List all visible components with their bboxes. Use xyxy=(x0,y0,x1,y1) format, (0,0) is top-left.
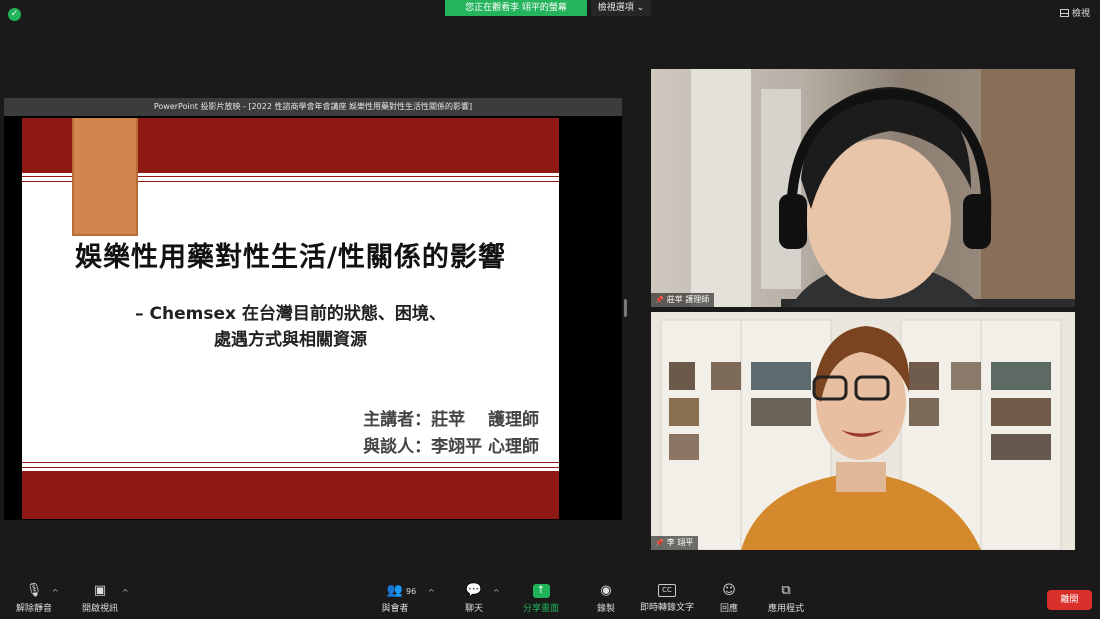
emoji-plus-icon: ☺ xyxy=(722,583,736,598)
start-video-label: 開啟視訊 xyxy=(81,604,118,614)
share-screen-arrow-icon: ↑ xyxy=(532,584,550,598)
start-video-button[interactable]: ▣ 開啟視訊 xyxy=(80,583,120,615)
participant-name-2: 李 翊平 xyxy=(666,538,694,547)
closed-caption-icon: CC xyxy=(658,584,676,597)
slide-rule-bottom-2 xyxy=(22,467,559,468)
leave-button[interactable]: 離開 xyxy=(1047,590,1092,610)
participants-options-caret[interactable]: ^ xyxy=(428,588,435,597)
video-tile-participant-1[interactable]: 📌 莊苹 護理師 xyxy=(651,69,1075,307)
participant-name-tag: 📌 莊苹 護理師 xyxy=(651,293,715,307)
grid-view-icon xyxy=(1059,9,1069,17)
shared-screen: PowerPoint 投影片放映 - [2022 性諮商學會年會講座 娛樂性用藥… xyxy=(4,98,622,520)
unmute-label: 解除靜音 xyxy=(15,604,52,614)
slide-ribbon xyxy=(74,118,136,234)
share-screen-button[interactable]: ↑ 分享畫面 xyxy=(520,584,562,614)
apps-label: 應用程式 xyxy=(767,604,804,614)
video-options-caret[interactable]: ^ xyxy=(122,588,129,597)
reactions-label: 回應 xyxy=(719,604,738,614)
view-button[interactable]: 檢視 xyxy=(1059,6,1090,19)
audio-options-caret[interactable]: ^ xyxy=(52,588,59,597)
chat-label: 聊天 xyxy=(464,604,483,614)
slide-subtitle-line2: 處遇方式與相關資源 xyxy=(214,330,367,350)
microphone-muted-icon: 🎙 xyxy=(25,583,43,598)
pin-icon: 📌 xyxy=(655,296,664,304)
video-tile-participant-2[interactable]: 📌 李 翊平 xyxy=(651,312,1075,550)
participant-video-1 xyxy=(691,69,1075,307)
split-resize-handle[interactable] xyxy=(624,299,627,317)
slide-title: 娛樂性用藥對性生活/性關係的影響 xyxy=(75,242,506,273)
apps-icon: ⧉ xyxy=(781,583,791,598)
chat-button[interactable]: 💬 聊天 xyxy=(460,583,488,615)
chevron-down-icon: ⌄ xyxy=(636,3,645,13)
participant-count: 96 xyxy=(406,587,417,596)
view-options-dropdown[interactable]: 檢視選項 ⌄ xyxy=(591,0,651,16)
live-transcript-label: 即時轉錄文字 xyxy=(639,603,694,613)
slide-discussant: 與談人：李翊平 心理師 xyxy=(363,437,539,457)
viewing-screen-banner: 您正在觀看李 翊平的螢幕 xyxy=(445,0,587,16)
slide-speaker: 主講者：莊苹 護理師 xyxy=(363,410,539,430)
record-label: 錄製 xyxy=(596,604,615,614)
record-button[interactable]: ◉ 錄製 xyxy=(592,583,620,615)
video-camera-off-icon: ▣ xyxy=(93,583,107,598)
apps-button[interactable]: ⧉ 應用程式 xyxy=(766,583,806,615)
reactions-button[interactable]: ☺ 回應 xyxy=(716,583,742,615)
live-transcript-button[interactable]: CC 即時轉錄文字 xyxy=(638,584,696,613)
participants-label: 與會者 xyxy=(381,604,409,614)
participant-video-2 xyxy=(660,319,1062,550)
chat-bubble-icon: 💬 xyxy=(465,583,483,598)
chat-options-caret[interactable]: ^ xyxy=(493,588,500,597)
slide-rule-bottom-1 xyxy=(22,462,559,463)
slide-subtitle-line1: – Chemsex 在台灣目前的狀態、困境、 xyxy=(135,304,446,324)
powerpoint-window-title: PowerPoint 投影片放映 - [2022 性諮商學會年會講座 娛樂性用藥… xyxy=(4,98,622,116)
view-options-label: 檢視選項 xyxy=(597,3,634,13)
view-label: 檢視 xyxy=(1071,9,1090,19)
slide-bottom-band xyxy=(22,471,559,519)
participant-name-tag: 📌 李 翊平 xyxy=(651,536,699,550)
share-screen-label: 分享畫面 xyxy=(522,604,559,614)
security-shield-icon[interactable]: ✓ xyxy=(8,8,21,21)
pin-icon: 📌 xyxy=(655,539,664,547)
participant-name-1: 莊苹 護理師 xyxy=(666,295,710,304)
unmute-button[interactable]: 🎙 解除靜音 xyxy=(14,583,54,615)
presentation-slide: 娛樂性用藥對性生活/性關係的影響 – Chemsex 在台灣目前的狀態、困境、 … xyxy=(22,118,559,519)
record-icon: ◉ xyxy=(600,583,612,598)
